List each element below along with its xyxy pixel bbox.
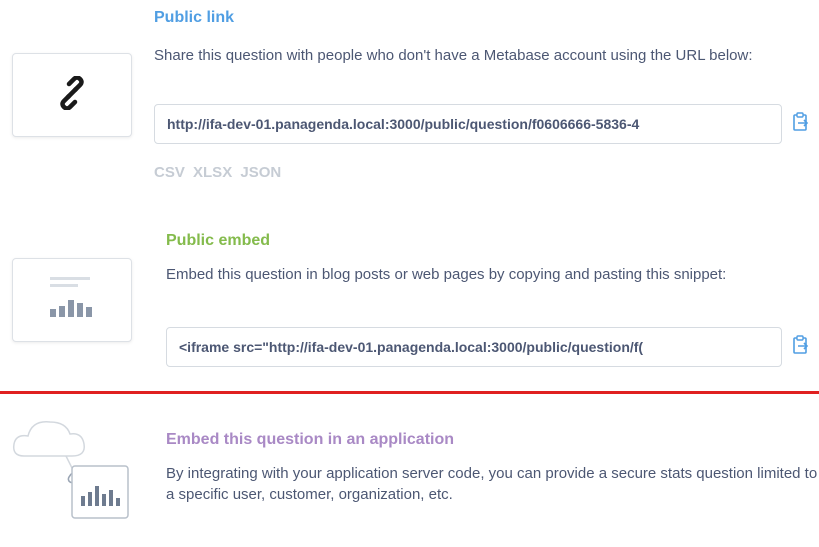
embed-chart-icon bbox=[42, 273, 102, 328]
app-embed-illustration bbox=[10, 412, 140, 527]
public-link-icon-box bbox=[12, 53, 132, 137]
format-csv-link[interactable]: CSV bbox=[154, 164, 185, 181]
cloud-icon bbox=[10, 421, 140, 531]
public-link-title: Public link bbox=[154, 9, 235, 26]
public-embed-snippet-field[interactable]: <iframe src="http://ifa-dev-01.panagenda… bbox=[166, 327, 782, 367]
copy-icon bbox=[792, 111, 810, 137]
public-link-url-field[interactable]: http://ifa-dev-01.panagenda.local:3000/p… bbox=[154, 104, 782, 144]
public-embed-snippet: <iframe src="http://ifa-dev-01.panagenda… bbox=[179, 339, 644, 355]
format-json-link[interactable]: JSON bbox=[240, 164, 281, 181]
link-icon bbox=[55, 74, 89, 115]
section-divider bbox=[0, 391, 819, 394]
copy-public-link-button[interactable] bbox=[780, 105, 819, 143]
public-link-description: Share this question with people who don'… bbox=[154, 47, 753, 64]
public-embed-icon-box bbox=[12, 258, 132, 342]
app-embed-description: By integrating with your application ser… bbox=[166, 465, 818, 503]
public-embed-title: Public embed bbox=[166, 232, 271, 249]
public-link-url: http://ifa-dev-01.panagenda.local:3000/p… bbox=[167, 116, 640, 132]
public-embed-description: Embed this question in blog posts or web… bbox=[166, 266, 727, 283]
format-xlsx-link[interactable]: XLSX bbox=[193, 164, 232, 181]
app-embed-title[interactable]: Embed this question in an application bbox=[166, 431, 454, 449]
copy-icon bbox=[792, 334, 810, 360]
download-formats: CSV XLSX JSON bbox=[154, 164, 285, 181]
copy-embed-snippet-button[interactable] bbox=[780, 328, 819, 366]
